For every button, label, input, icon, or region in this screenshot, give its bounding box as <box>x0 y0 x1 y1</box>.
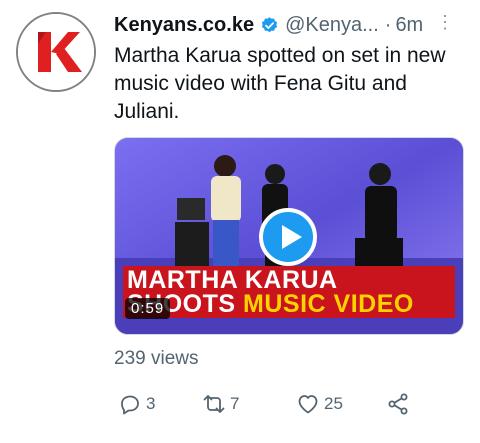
retweet-button[interactable]: 7 <box>202 392 239 416</box>
like-button[interactable]: 25 <box>296 392 343 416</box>
video-player[interactable]: MARTHA KARUA SHOOTS MUSIC VIDEO 0:59 <box>114 137 464 335</box>
separator-dot: · <box>384 13 392 36</box>
banner-title-yellow: MUSIC VIDEO <box>243 290 414 318</box>
retweet-count: 7 <box>230 394 240 413</box>
kenyans-logo-icon <box>18 14 94 90</box>
verified-badge-icon <box>261 16 278 32</box>
action-bar: 3 7 25 <box>112 392 472 420</box>
tweet-header: Kenyans.co.ke @Kenya... · 6m ⋮ <box>114 12 474 38</box>
share-icon <box>388 393 408 415</box>
banner-title-line2: SHOOTS MUSIC VIDEO <box>127 290 414 319</box>
play-icon[interactable] <box>259 208 317 266</box>
handle[interactable]: @Kenya... <box>285 14 379 37</box>
reply-count: 3 <box>146 394 156 413</box>
retweet-icon <box>203 395 225 413</box>
like-count: 25 <box>324 394 343 413</box>
reply-button[interactable]: 3 <box>118 392 155 416</box>
more-options-icon[interactable]: ⋮ <box>436 12 454 33</box>
display-name[interactable]: Kenyans.co.ke <box>114 14 254 37</box>
share-button[interactable] <box>386 392 414 416</box>
view-count: 239 views <box>114 348 199 369</box>
tweet[interactable]: Kenyans.co.ke @Kenya... · 6m ⋮ Martha Ka… <box>0 0 480 443</box>
tweet-text: Martha Karua spotted on set in new music… <box>114 44 446 123</box>
avatar[interactable] <box>16 12 96 92</box>
heart-icon <box>298 395 318 414</box>
video-duration: 0:59 <box>125 298 171 319</box>
reply-icon <box>121 395 139 415</box>
timestamp[interactable]: 6m <box>395 14 423 37</box>
